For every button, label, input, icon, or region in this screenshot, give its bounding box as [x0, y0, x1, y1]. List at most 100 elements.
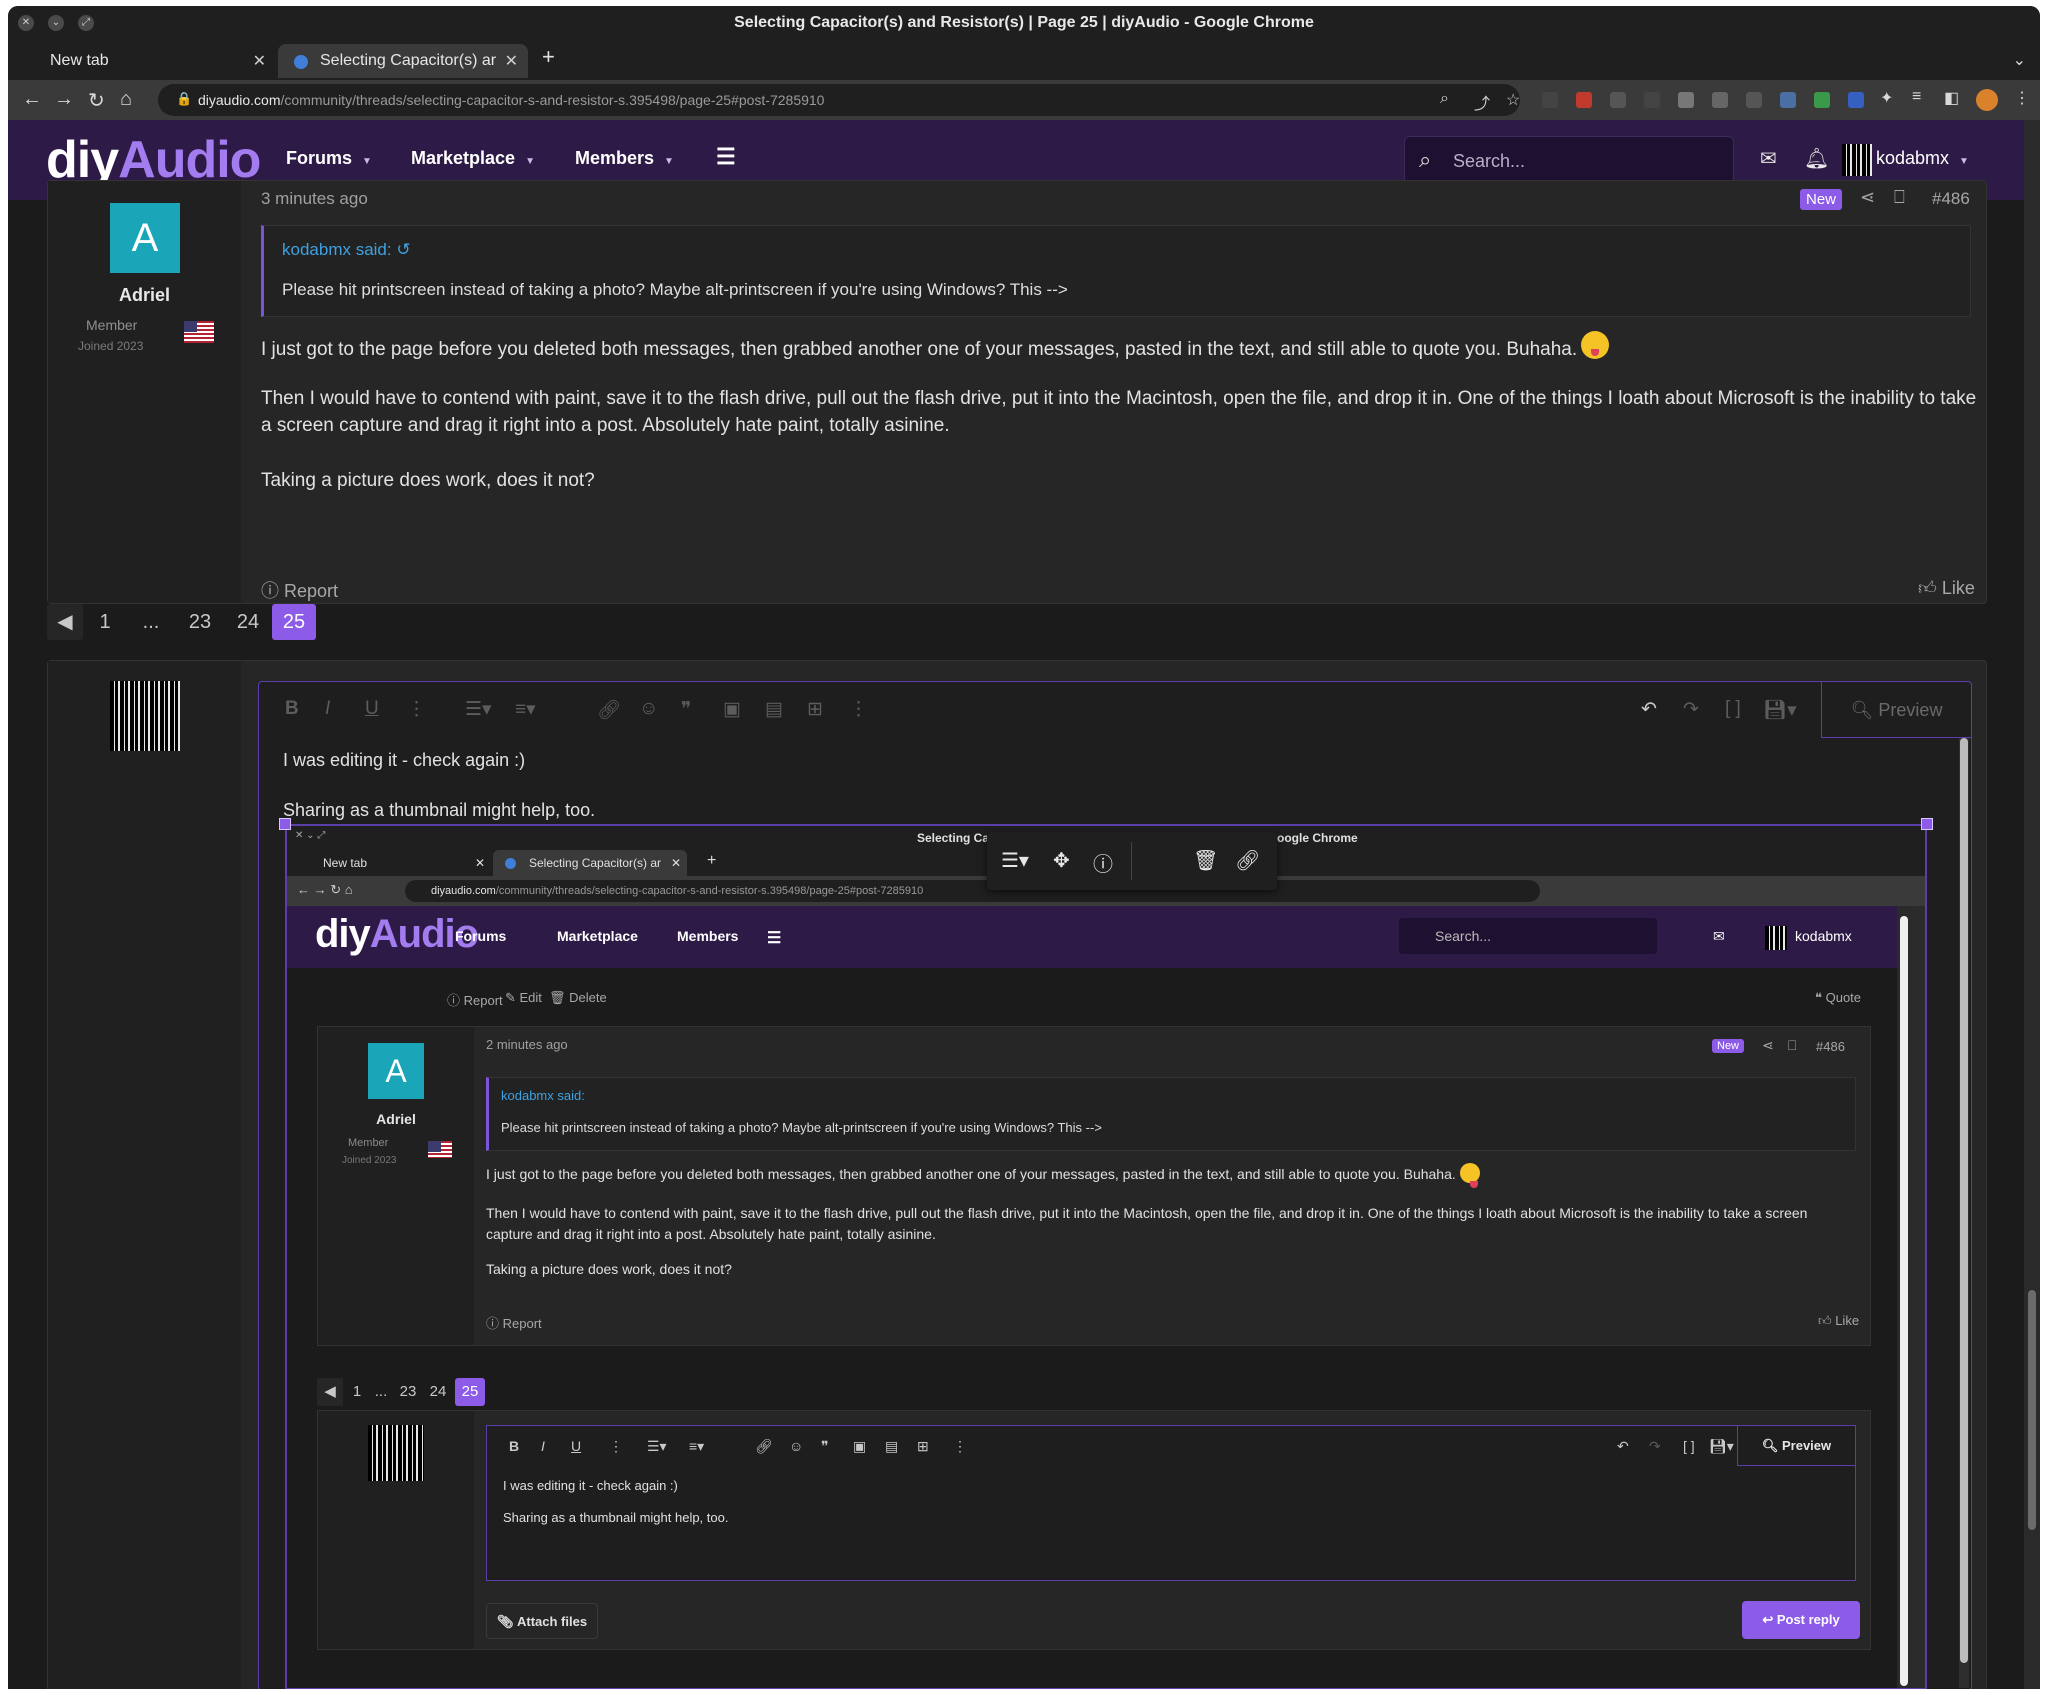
extension-icon[interactable]	[1746, 92, 1762, 108]
quote-author-link[interactable]: kodabmx said: ↺	[282, 240, 411, 260]
underline-icon[interactable]: U	[365, 698, 379, 720]
extension-icon[interactable]	[1780, 92, 1796, 108]
back-icon[interactable]: ←	[22, 88, 42, 111]
bookmark-icon[interactable]: ⎕	[1894, 187, 1905, 208]
nav-marketplace[interactable]: Marketplace ▼	[411, 148, 535, 169]
extension-icon[interactable]	[1678, 92, 1694, 108]
report-button[interactable]: ⓘ Report	[261, 577, 338, 603]
pagination-jump[interactable]: ...	[136, 604, 166, 640]
align-icon[interactable]: ≡▾	[515, 698, 536, 721]
list-icon[interactable]: ☰▾	[465, 698, 492, 721]
extension-icon[interactable]	[1712, 92, 1728, 108]
media-icon[interactable]: ▤	[765, 698, 783, 721]
drafts-save-icon[interactable]: 💾︎▾	[1763, 698, 1797, 722]
embedded-screenshot-image[interactable]: ✕ ⌄ ⤢ Selecting Cap oogle Chrome New tab…	[285, 824, 1927, 1689]
like-button[interactable]: 👍︎ Like	[1918, 577, 1975, 599]
preview-button[interactable]: 🔍︎ Preview	[1821, 682, 1971, 738]
toggle-bbcode-icon[interactable]: [ ]	[1725, 698, 1741, 720]
editor-scrollbar[interactable]	[1959, 738, 1969, 1688]
embedded-envelope-icon: ✉	[1713, 928, 1725, 944]
editor-scrollbar-thumb[interactable]	[1960, 738, 1968, 1663]
caret-down-icon: ▼	[1959, 156, 1969, 167]
nav-members[interactable]: Members ▼	[575, 148, 674, 169]
pagination-current-page[interactable]: 25	[272, 604, 316, 640]
home-icon[interactable]: ⌂	[120, 88, 132, 111]
pagination-page[interactable]: 23	[180, 604, 220, 640]
image-info-icon[interactable]: ⓘ	[1093, 848, 1113, 877]
side-panel-icon[interactable]: ◧	[1944, 88, 1959, 108]
profile-avatar[interactable]	[1976, 89, 1998, 111]
pagination-page[interactable]: 1	[90, 604, 120, 640]
image-move-icon[interactable]: ✥	[1053, 848, 1070, 873]
account-menu[interactable]: kodabmx ▼	[1876, 148, 1969, 169]
user-role: Member	[86, 317, 138, 333]
jump-to-quote-icon: ↺	[396, 240, 411, 259]
inbox-envelope-icon[interactable]: ✉	[1760, 146, 1777, 171]
search-input[interactable]: ⌕ Search...	[1404, 136, 1734, 184]
address-bar[interactable]: 🔒 diyaudio.com/community/threads/selecti…	[158, 84, 1520, 116]
zoom-icon[interactable]: ⌕	[1440, 90, 1449, 108]
more-text-options-icon[interactable]: ⋮	[407, 698, 426, 721]
image-delete-icon[interactable]: 🗑︎	[1193, 848, 1218, 873]
tab-new-tab[interactable]: New tab ✕	[8, 44, 276, 78]
more-insert-options-icon[interactable]: ⋮	[849, 698, 868, 721]
page-scrollbar-thumb[interactable]	[2028, 1290, 2036, 1530]
table-icon[interactable]: ⊞	[807, 698, 823, 721]
extensions-puzzle-icon[interactable]: ✦	[1880, 88, 1893, 108]
new-tab-button[interactable]: +	[542, 44, 555, 70]
smiley-icon[interactable]: ☺	[639, 698, 658, 720]
redo-icon[interactable]: ↷	[1683, 698, 1699, 721]
user-joined: Joined 2023	[78, 339, 144, 353]
alerts-bell-icon[interactable]: 🔔︎	[1804, 146, 1829, 171]
embedded-drafts-icon: 💾︎▾	[1709, 1438, 1734, 1454]
reload-icon[interactable]: ↻	[88, 88, 105, 113]
share-icon[interactable]: ⋖	[1860, 187, 1875, 208]
tab-label: Selecting Capacitor(s) ar	[320, 52, 497, 69]
avatar[interactable]: A	[110, 203, 180, 273]
image-link-icon[interactable]: 🔗︎	[1235, 848, 1260, 873]
close-tab-icon[interactable]: ✕	[253, 51, 266, 71]
undo-icon[interactable]: ↶	[1641, 698, 1657, 721]
pagination-prev-icon[interactable]: ◀	[47, 604, 83, 640]
tab-search-chevron-icon[interactable]: ⌄	[2013, 50, 2026, 70]
browser-toolbar: ← → ↻ ⌂ 🔒 diyaudio.com/community/threads…	[8, 80, 2040, 120]
post-time[interactable]: 3 minutes ago	[261, 189, 368, 209]
rich-text-editor[interactable]: B I U ⋮ ☰▾ ≡▾ 🔗︎ ☺ ❞ ▣ ▤ ⊞ ⋮ ↶ ↷ [ ] 💾︎▾…	[258, 681, 1972, 1689]
close-tab-icon[interactable]: ✕	[505, 51, 518, 71]
tab-selecting-capacitors[interactable]: Selecting Capacitor(s) ar ✕	[278, 44, 528, 78]
pagination-page[interactable]: 24	[228, 604, 268, 640]
resize-handle[interactable]	[279, 818, 291, 830]
user-avatar[interactable]	[1842, 144, 1872, 176]
whats-new-list-icon[interactable]: ☰	[716, 144, 736, 170]
embedded-report-link: ⓘ Report	[486, 1316, 542, 1331]
extension-icon[interactable]	[1644, 92, 1660, 108]
reading-list-icon[interactable]: ≡	[1912, 88, 1921, 106]
extension-icon[interactable]	[1610, 92, 1626, 108]
image-icon[interactable]: ▣	[723, 698, 741, 721]
page-scrollbar[interactable]	[2024, 120, 2040, 1689]
embedded-bbcode-icon: [ ]	[1683, 1438, 1695, 1454]
bold-icon[interactable]: B	[285, 698, 299, 720]
embedded-table-icon: ⊞	[917, 1438, 929, 1454]
nav-forums[interactable]: Forums ▼	[286, 148, 372, 169]
preview-icon: 🔍︎	[1850, 700, 1874, 720]
browser-menu-icon[interactable]: ⋮	[2014, 88, 2030, 108]
image-align-icon[interactable]: ☰▾	[1001, 848, 1029, 873]
share-icon[interactable]: ⤴	[1474, 90, 1490, 114]
extension-icon[interactable]	[1848, 92, 1864, 108]
quote-icon[interactable]: ❞	[681, 698, 691, 721]
post-author[interactable]: Adriel	[48, 285, 241, 306]
italic-icon[interactable]: I	[325, 698, 330, 720]
tab-label: New tab	[50, 52, 109, 69]
post-number[interactable]: #486	[1932, 189, 1970, 209]
link-icon[interactable]: 🔗︎	[597, 698, 621, 722]
resize-handle[interactable]	[1921, 818, 1933, 830]
forum-post: A Adriel Member Joined 2023 3 minutes ag…	[47, 180, 1987, 604]
extension-icon[interactable]	[1576, 92, 1592, 108]
caret-down-icon: ▼	[525, 156, 535, 167]
extension-icon[interactable]	[1542, 92, 1558, 108]
extension-icon[interactable]	[1814, 92, 1830, 108]
us-flag-icon	[428, 1141, 452, 1158]
bookmark-star-icon[interactable]: ☆	[1506, 90, 1520, 110]
forward-icon[interactable]: →	[54, 88, 74, 111]
